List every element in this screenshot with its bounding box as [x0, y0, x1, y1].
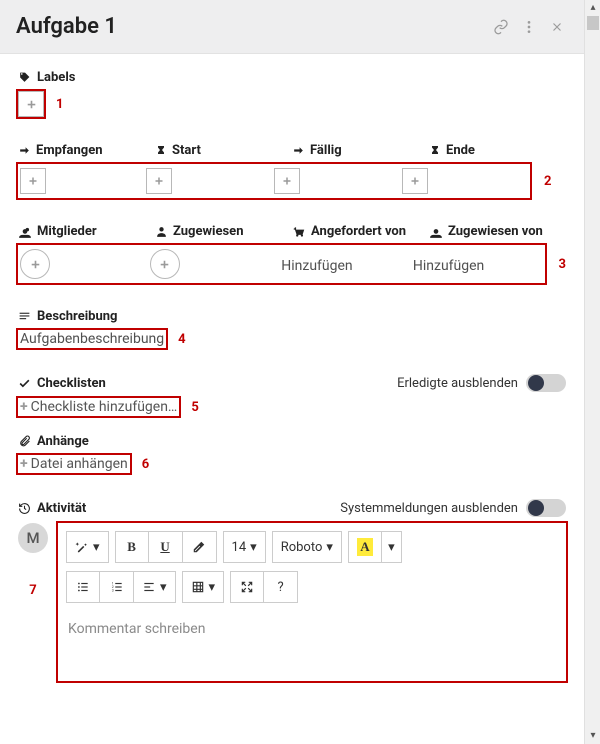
end-label: Ende	[446, 143, 475, 158]
assigned-by-label: Zugewiesen von	[448, 224, 543, 239]
section-activity: Aktivität Systemmeldungen ausblenden M 7	[18, 499, 566, 681]
section-dates: Empfangen Start	[18, 143, 566, 198]
eraser-button[interactable]	[183, 531, 217, 563]
start-label: Start	[172, 143, 201, 158]
font-family-select[interactable]: Roboto▾	[272, 531, 342, 563]
help-button[interactable]: ?	[264, 571, 298, 603]
text-color-dropdown[interactable]: ▾	[382, 531, 402, 563]
section-checklists: Checklisten Erledigte ausblenden + Check…	[18, 374, 566, 416]
hide-done-toggle[interactable]	[526, 374, 566, 392]
annotation-2: 2	[544, 174, 551, 189]
svg-text:3: 3	[111, 589, 113, 593]
annotation-5: 5	[191, 400, 198, 415]
scroll-down-arrow[interactable]: ▾	[585, 728, 600, 744]
scroll-up-arrow[interactable]: ▴	[585, 0, 600, 16]
comment-editor: ▾ B U 14▾ Roboto▾	[58, 523, 566, 681]
checklists-title: Checklisten	[37, 376, 106, 391]
chevron-down-icon: ▾	[160, 580, 167, 595]
magic-button[interactable]: ▾	[66, 531, 109, 563]
assignee-label: Zugewiesen	[173, 224, 244, 239]
add-attachment-button[interactable]: + Datei anhängen	[18, 455, 130, 473]
received-icon	[18, 144, 31, 157]
dialog-header: Aufgabe 1	[0, 0, 584, 54]
bold-button[interactable]: B	[115, 531, 149, 563]
section-labels: Labels 1	[18, 70, 566, 117]
add-label-button[interactable]	[18, 91, 44, 117]
start-icon	[155, 145, 167, 157]
due-icon	[292, 144, 305, 157]
font-size-select[interactable]: 14▾	[223, 531, 266, 563]
end-icon	[429, 145, 441, 157]
chevron-down-icon: ▾	[209, 580, 216, 595]
link-icon[interactable]	[490, 16, 512, 38]
ul-button[interactable]	[66, 571, 100, 603]
add-checklist-button[interactable]: + Checkliste hinzufügen…	[18, 398, 179, 416]
current-user-avatar: M	[18, 523, 48, 553]
check-icon	[18, 377, 32, 390]
task-title[interactable]: Aufgabe 1	[16, 14, 484, 39]
chevron-down-icon: ▾	[93, 540, 100, 555]
text-color-button[interactable]: A	[348, 531, 382, 563]
chevron-down-icon: ▾	[326, 540, 333, 555]
ol-button[interactable]: 123	[100, 571, 134, 603]
attachments-title: Anhänge	[37, 434, 89, 449]
labels-title: Labels	[37, 70, 75, 85]
add-end-button[interactable]	[402, 168, 428, 194]
due-label: Fällig	[310, 143, 342, 158]
more-menu-icon[interactable]	[518, 16, 540, 38]
add-member-button[interactable]	[20, 249, 50, 279]
add-received-button[interactable]	[20, 168, 46, 194]
members-icon	[18, 225, 32, 239]
paperclip-icon	[18, 435, 32, 448]
plus-icon: +	[20, 456, 28, 472]
history-icon	[18, 502, 32, 515]
hide-done-label: Erledigte ausblenden	[397, 376, 518, 391]
underline-button[interactable]: U	[149, 531, 183, 563]
fullscreen-button[interactable]	[230, 571, 264, 603]
annotation-4: 4	[178, 332, 185, 347]
add-assigned-by-button[interactable]: Hinzufügen	[413, 256, 484, 276]
table-button[interactable]: ▾	[182, 571, 225, 603]
annotation-6: 6	[142, 457, 149, 472]
annotation-7: 7	[29, 583, 36, 598]
section-attachments: Anhänge + Datei anhängen 6	[18, 434, 566, 473]
hide-system-toggle[interactable]	[526, 499, 566, 517]
tag-icon	[18, 71, 32, 84]
align-button[interactable]: ▾	[134, 571, 176, 603]
requested-by-label: Angefordert von	[311, 224, 406, 239]
assignee-icon	[155, 225, 168, 238]
description-title: Beschreibung	[37, 309, 117, 324]
members-label: Mitglieder	[37, 224, 97, 239]
section-description: Beschreibung Aufgabenbeschreibung 4	[18, 309, 566, 348]
hide-system-label: Systemmeldungen ausblenden	[340, 501, 518, 516]
vertical-scrollbar[interactable]: ▴ ▾	[584, 0, 600, 744]
annotation-3: 3	[559, 257, 566, 272]
scroll-thumb[interactable]	[587, 16, 599, 30]
activity-title: Aktivität	[37, 501, 86, 516]
add-due-button[interactable]	[274, 168, 300, 194]
close-icon[interactable]	[546, 16, 568, 38]
add-assignee-button[interactable]	[150, 249, 180, 279]
annotation-1: 1	[56, 97, 63, 112]
add-requested-by-button[interactable]: Hinzufügen	[281, 256, 352, 276]
add-start-button[interactable]	[146, 168, 172, 194]
requested-by-icon	[292, 225, 306, 239]
editor-toolbar: ▾ B U 14▾ Roboto▾	[58, 523, 566, 571]
received-label: Empfangen	[36, 143, 103, 158]
assigned-by-icon	[429, 225, 443, 239]
description-placeholder[interactable]: Aufgabenbeschreibung	[18, 330, 166, 348]
comment-input[interactable]: Kommentar schreiben	[58, 611, 566, 681]
chevron-down-icon: ▾	[250, 540, 257, 555]
description-icon	[18, 310, 32, 323]
plus-icon: +	[20, 399, 28, 415]
section-people: Mitglieder Zugewiesen Angefordert von Zu…	[18, 224, 566, 283]
